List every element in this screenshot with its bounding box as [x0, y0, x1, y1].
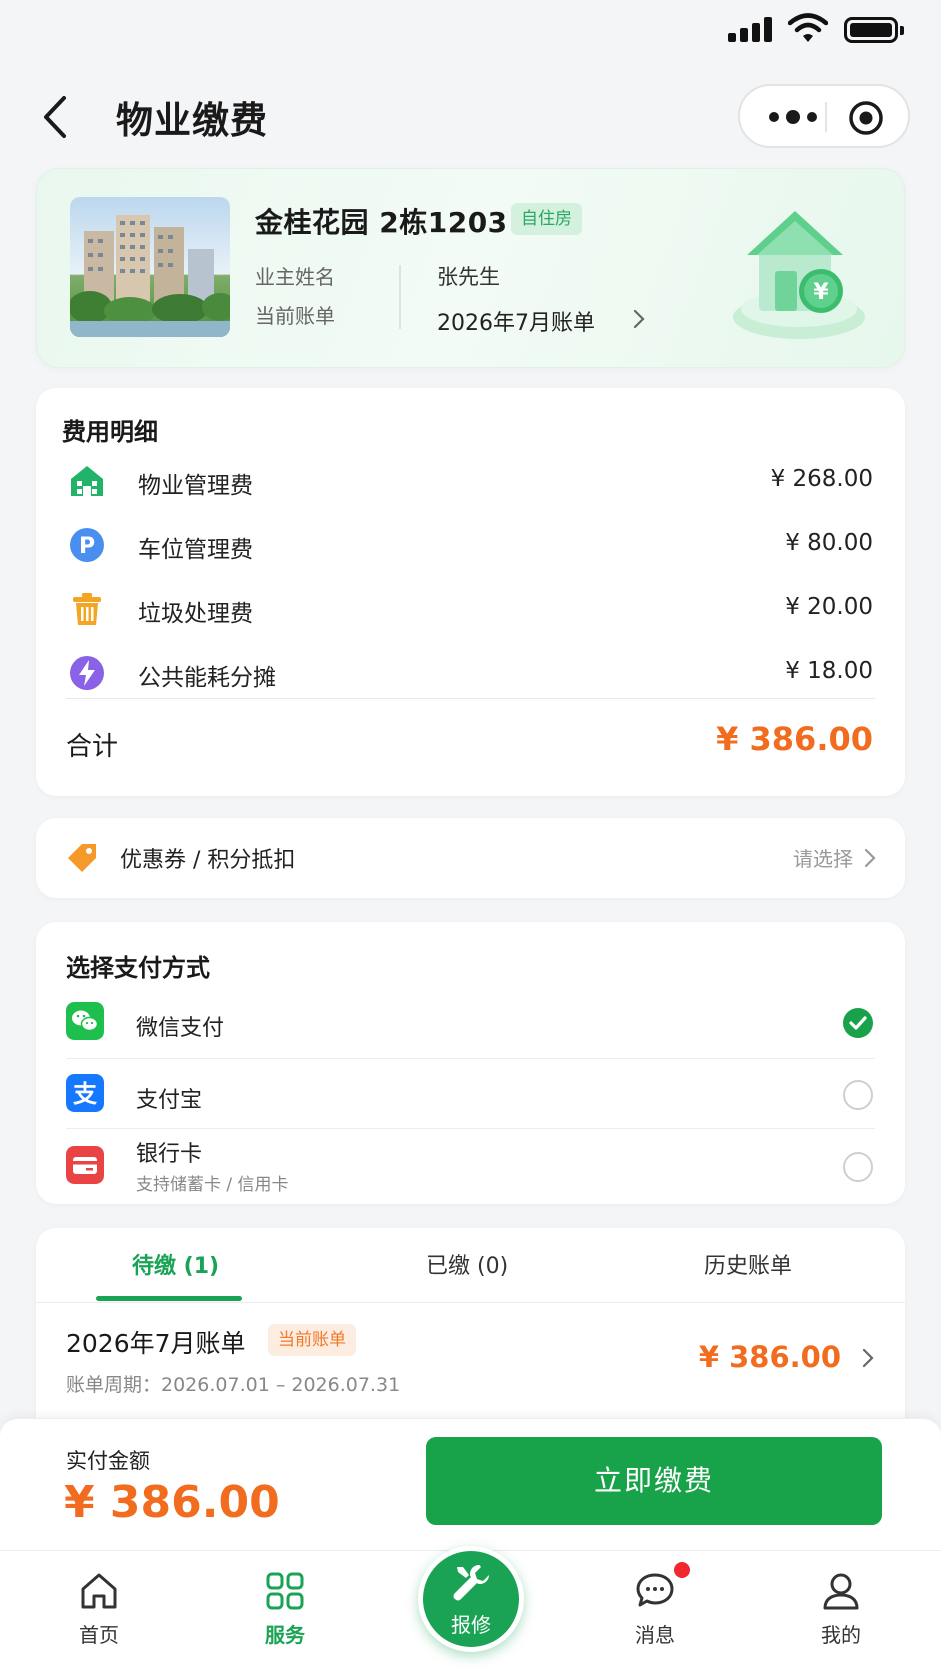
active-tab-indicator: [96, 1296, 242, 1301]
fee-name: 公共能耗分摊: [138, 665, 276, 691]
bill-list-card: 待缴 (1) 已缴 (0) 历史账单 2026年7月账单 当前账单 账单周期：2…: [36, 1228, 905, 1438]
tab-label: 消息: [635, 1623, 675, 1647]
owner-label: 业主姓名: [255, 265, 335, 289]
payment-option-bankcard[interactable]: 银行卡 支持储蓄卡 / 信用卡: [36, 1130, 905, 1204]
fee-row: 公共能耗分摊 ¥ 18.00: [36, 648, 905, 698]
house-type-badge: 自住房: [511, 203, 582, 235]
house-payment-illustration-icon: ¥: [733, 211, 865, 339]
payment-name: 微信支付: [136, 1016, 225, 1041]
unread-badge: [674, 1562, 690, 1578]
property-divider: [399, 265, 401, 329]
page-title: 物业缴费: [116, 99, 268, 142]
actual-amount: ¥ 386.00: [64, 1477, 280, 1528]
bank-card-icon: [66, 1146, 104, 1184]
energy-icon: [70, 656, 104, 690]
chevron-right-icon[interactable]: [863, 846, 877, 870]
tab-history[interactable]: 历史账单: [704, 1248, 792, 1280]
wifi-icon: [788, 13, 828, 42]
fee-name: 车位管理费: [138, 537, 253, 563]
parking-icon: P: [70, 528, 104, 562]
svg-text:支: 支: [73, 1080, 98, 1108]
fee-amount: ¥ 80.00: [785, 530, 873, 556]
owner-value: 张先生: [437, 265, 500, 289]
repair-button[interactable]: 报修: [418, 1546, 524, 1652]
svg-text:¥: ¥: [813, 280, 829, 305]
tab-services[interactable]: 服务: [230, 1569, 340, 1648]
svg-text:P: P: [79, 534, 95, 559]
current-bill-link[interactable]: 2026年7月账单: [437, 305, 595, 337]
property-photo: [70, 197, 230, 337]
tab-pending[interactable]: 待缴 (1): [132, 1248, 219, 1280]
tab-label: 服务: [265, 1623, 305, 1647]
message-icon: [636, 1573, 674, 1607]
more-icon[interactable]: [764, 106, 822, 128]
status-bar: [0, 0, 941, 60]
current-bill-badge: 当前账单: [268, 1324, 356, 1356]
chevron-right-icon[interactable]: [631, 307, 647, 331]
home-icon: [81, 1573, 117, 1609]
fee-row: 物业管理费 ¥ 268.00: [36, 456, 905, 506]
tabs-divider: [36, 1302, 905, 1303]
payment-option-alipay[interactable]: 支 支付宝: [36, 1060, 905, 1128]
fee-amount: ¥ 18.00: [785, 658, 873, 684]
check-icon: [849, 1016, 867, 1030]
payment-bar: 实付金额 ¥ 386.00 立即缴费: [0, 1418, 941, 1550]
building-icon: [71, 466, 103, 496]
radio-unchecked[interactable]: [843, 1152, 873, 1182]
coupon-select[interactable]: 请选择: [793, 843, 853, 872]
radio-checked[interactable]: [843, 1008, 873, 1038]
total-label: 合计: [66, 732, 119, 762]
payment-divider: [66, 1128, 875, 1129]
payment-method-card: 选择支付方式 微信支付 支 支付宝 银行卡 支持储蓄卡 / 信用卡: [36, 922, 905, 1204]
fee-detail-card: 费用明细 物业管理费 ¥ 268.00 P 车位管理费 ¥ 80.00 垃圾处理…: [36, 388, 905, 796]
payment-name: 支付宝: [136, 1088, 203, 1113]
actual-amount-label: 实付金额: [66, 1449, 150, 1473]
bill-period: 账单周期：2026.07.01 – 2026.07.31: [66, 1374, 401, 1396]
coupon-label: 优惠券 / 积分抵扣: [120, 848, 296, 873]
tab-paid[interactable]: 已缴 (0): [426, 1248, 508, 1280]
user-icon: [823, 1573, 859, 1610]
repair-label: 报修: [451, 1613, 491, 1637]
capsule-divider: [825, 102, 827, 132]
tab-label: 我的: [821, 1623, 861, 1647]
payment-name: 银行卡: [136, 1142, 203, 1167]
battery-icon: [844, 17, 904, 43]
tab-home[interactable]: 首页: [44, 1569, 154, 1648]
fee-amount: ¥ 20.00: [785, 594, 873, 620]
close-program-icon[interactable]: [848, 100, 884, 136]
tab-messages[interactable]: 消息: [600, 1569, 710, 1648]
payment-divider: [66, 1058, 875, 1059]
bill-title[interactable]: 2026年7月账单: [66, 1324, 246, 1360]
payment-method-title: 选择支付方式: [66, 954, 210, 982]
wrench-icon: [453, 1565, 489, 1601]
coupon-tag-icon: [68, 844, 96, 872]
coupon-row[interactable]: 优惠券 / 积分抵扣 请选择: [36, 818, 905, 898]
payment-option-wechat[interactable]: 微信支付: [36, 988, 905, 1056]
total-amount: ¥ 386.00: [716, 720, 873, 758]
bill-amount: ¥ 386.00: [698, 1340, 841, 1374]
pay-now-button[interactable]: 立即缴费: [426, 1437, 882, 1525]
tab-profile[interactable]: 我的: [786, 1569, 896, 1648]
property-card: 金桂花园 2栋1203 自住房 业主姓名 当前账单 张先生 2026年7月账单 …: [36, 168, 905, 368]
bill-label: 当前账单: [255, 304, 335, 328]
tab-label: 首页: [79, 1623, 119, 1647]
grid-icon: [266, 1572, 304, 1610]
fee-amount: ¥ 268.00: [770, 466, 873, 492]
alipay-icon: 支: [66, 1074, 104, 1112]
fee-row: 垃圾处理费 ¥ 20.00: [36, 584, 905, 634]
signal-icon: [728, 16, 774, 42]
back-icon[interactable]: [36, 92, 76, 142]
fee-name: 垃圾处理费: [138, 601, 253, 627]
payment-subtitle: 支持储蓄卡 / 信用卡: [136, 1175, 289, 1195]
mini-program-capsule: [738, 84, 910, 148]
fee-row: P 车位管理费 ¥ 80.00: [36, 520, 905, 570]
fee-divider: [66, 698, 875, 699]
fee-detail-title: 费用明细: [62, 418, 158, 446]
wechat-pay-icon: [66, 1002, 104, 1040]
property-name: 金桂花园 2栋1203: [255, 206, 508, 239]
trash-icon: [73, 593, 101, 625]
radio-unchecked[interactable]: [843, 1080, 873, 1110]
chevron-right-icon[interactable]: [861, 1346, 875, 1370]
fee-name: 物业管理费: [138, 473, 253, 499]
